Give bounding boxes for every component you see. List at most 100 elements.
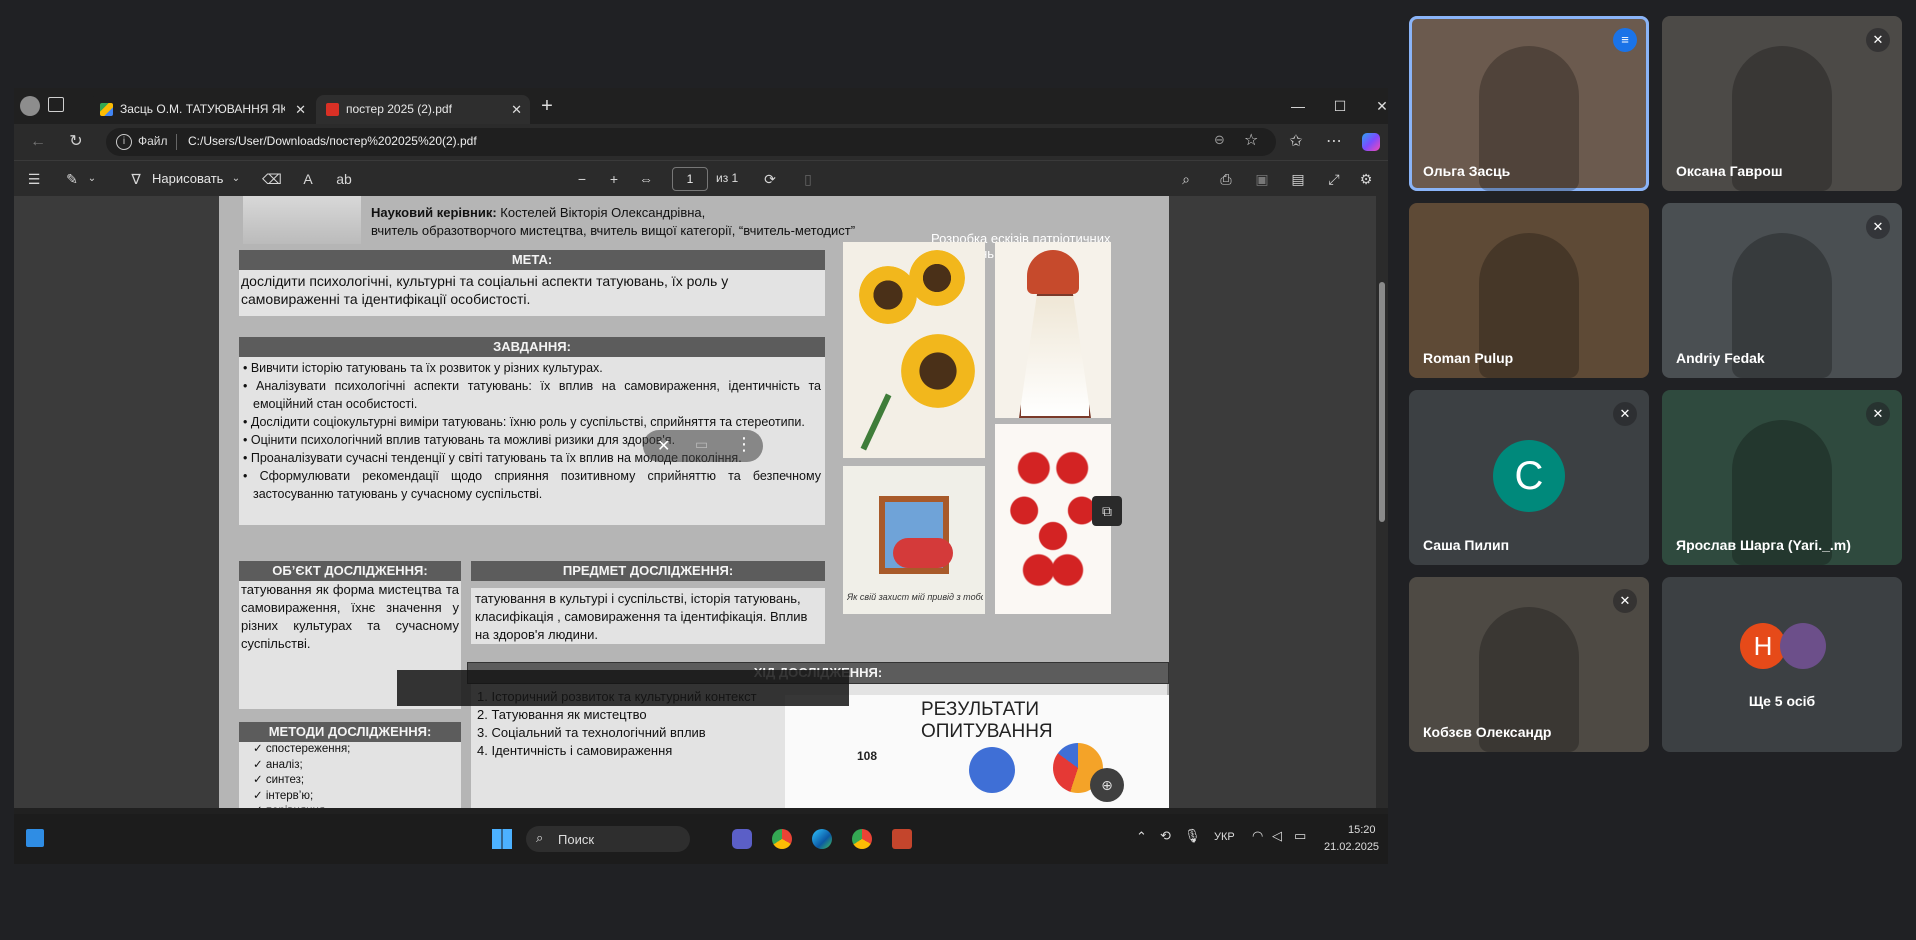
author-photo bbox=[243, 196, 361, 244]
zoom-out-icon[interactable]: − bbox=[572, 169, 592, 189]
participant-name: Оксана Гаврош bbox=[1676, 163, 1783, 179]
teams-icon[interactable] bbox=[732, 829, 752, 849]
tab-actions-icon[interactable] bbox=[48, 97, 64, 112]
info-icon[interactable]: i bbox=[116, 134, 132, 150]
address-bar-row: ← ↻ i Файл C:/Users/User/Downloads/посте… bbox=[14, 124, 1388, 160]
minimize-icon[interactable]: — bbox=[1286, 96, 1310, 116]
more-vert-icon[interactable]: ⋮ bbox=[735, 434, 753, 455]
method-item: ✓ синтез; bbox=[253, 774, 305, 786]
browser-tab-bar: Засць О.М. ТАТУЮВАННЯ ЯК ВИ ✕ постер 202… bbox=[14, 88, 1388, 124]
battery-icon[interactable]: ▭ bbox=[1294, 828, 1306, 844]
copilot-icon[interactable] bbox=[1362, 133, 1380, 151]
volume-icon[interactable]: ◁ bbox=[1272, 828, 1282, 844]
two-page-icon[interactable]: ▯ bbox=[798, 169, 818, 189]
drive-icon bbox=[100, 103, 113, 116]
chrome-icon[interactable] bbox=[772, 829, 792, 849]
sync-icon[interactable]: ⟲ bbox=[1160, 828, 1171, 844]
pdf-toolbar: ☰ ✎ ⌄ ∇ Нарисовать ⌄ ⌫ A ab − + ⇔ 1 из 1… bbox=[14, 160, 1388, 197]
camera-off-icon[interactable]: ▭ bbox=[695, 436, 708, 453]
mic-off-icon: ✕ bbox=[1613, 589, 1637, 613]
present-to-all-icon[interactable]: ⧉ bbox=[1092, 496, 1122, 526]
floating-media-controls: ✕ ▭ ⋮ bbox=[643, 430, 763, 462]
participant-name: Ольга Засць bbox=[1423, 163, 1511, 179]
zoom-out-icon[interactable]: ⊖ bbox=[1214, 132, 1225, 148]
participant-tile[interactable]: ✕ Ярослав Шарга (Yari._.m) bbox=[1662, 390, 1902, 565]
address-bar[interactable]: i Файл C:/Users/User/Downloads/постер%20… bbox=[106, 128, 1276, 156]
participant-tile[interactable]: ✕ Кобзєв Олександр bbox=[1409, 577, 1649, 752]
supervisor-name: Костелей Вікторія Олександрівна, bbox=[500, 205, 706, 220]
more-participants-label: Ще 5 осіб bbox=[1748, 693, 1816, 709]
mic-off-icon[interactable]: ✕ bbox=[657, 436, 670, 456]
more-options-icon[interactable]: ⋯ bbox=[1324, 132, 1344, 152]
refresh-icon[interactable]: ↻ bbox=[66, 132, 86, 152]
clock-date[interactable]: 21.02.2025 bbox=[1324, 841, 1379, 853]
mic-icon[interactable]: 🎙 bbox=[1184, 828, 1201, 844]
rotate-icon[interactable]: ⟳ bbox=[760, 169, 780, 189]
supervisor-label: Науковий керівник: bbox=[371, 205, 497, 220]
translate-icon[interactable]: ab bbox=[334, 169, 354, 189]
powerpoint-icon[interactable] bbox=[892, 829, 912, 849]
pdf-viewer: Науковий керівник: Костелей Вікторія Оле… bbox=[14, 196, 1388, 808]
close-window-icon[interactable]: ✕ bbox=[1370, 96, 1388, 116]
pdf-page: Науковий керівник: Костелей Вікторія Оле… bbox=[219, 196, 1169, 808]
participant-tile[interactable]: ✕ Andriy Fedak bbox=[1662, 203, 1902, 378]
save-as-icon[interactable]: ▤ bbox=[1288, 169, 1308, 189]
back-icon[interactable]: ← bbox=[28, 132, 48, 152]
contents-icon[interactable]: ☰ bbox=[24, 169, 44, 189]
widgets-icon[interactable] bbox=[26, 829, 44, 847]
avatar bbox=[1780, 623, 1826, 669]
scrollbar[interactable] bbox=[1376, 196, 1388, 808]
participant-tile[interactable]: С ✕ Саша Пилип bbox=[1409, 390, 1649, 565]
close-tab-icon[interactable]: ✕ bbox=[511, 95, 522, 124]
clock-time[interactable]: 15:20 bbox=[1348, 824, 1376, 836]
tab-drive-doc[interactable]: Засць О.М. ТАТУЮВАННЯ ЯК ВИ ✕ bbox=[90, 95, 314, 124]
tab-label: постер 2025 (2).pdf bbox=[346, 102, 452, 116]
highlight-icon[interactable]: ✎ bbox=[62, 169, 82, 189]
language-indicator[interactable]: УКР bbox=[1214, 831, 1235, 843]
tab-pdf[interactable]: постер 2025 (2).pdf ✕ bbox=[316, 95, 530, 124]
participant-tile[interactable]: Roman Pulup bbox=[1409, 203, 1649, 378]
draw-button[interactable]: Нарисовать bbox=[152, 171, 223, 186]
page-number-input[interactable]: 1 bbox=[672, 167, 708, 191]
chevron-down-icon[interactable]: ⌄ bbox=[82, 169, 102, 189]
mic-off-icon: ✕ bbox=[1866, 402, 1890, 426]
maximize-icon[interactable]: ☐ bbox=[1328, 96, 1352, 116]
edge-icon[interactable] bbox=[812, 829, 832, 849]
eraser-icon[interactable]: ⌫ bbox=[262, 169, 282, 189]
participant-tile[interactable]: ✕ Оксана Гаврош bbox=[1662, 16, 1902, 191]
mic-off-icon: ✕ bbox=[1613, 402, 1637, 426]
read-aloud-icon[interactable]: A bbox=[298, 169, 318, 189]
save-icon[interactable]: ▣ bbox=[1252, 169, 1272, 189]
print-icon[interactable]: ⎙ bbox=[1216, 169, 1236, 189]
zoom-in-icon[interactable]: + bbox=[604, 169, 624, 189]
taskbar-search[interactable]: ⌕ Поиск bbox=[526, 826, 690, 852]
participant-tile[interactable]: ≡ Ольга Засць bbox=[1409, 16, 1649, 191]
task-item: • Дослідити соціокультурні виміри татуюв… bbox=[243, 415, 805, 429]
url-text[interactable]: C:/Users/User/Downloads/постер%202025%20… bbox=[188, 134, 477, 148]
avatar: С bbox=[1493, 440, 1565, 512]
scrollbar-thumb[interactable] bbox=[1379, 282, 1385, 522]
tab-label: Засць О.М. ТАТУЮВАННЯ ЯК ВИ bbox=[120, 102, 285, 116]
close-tab-icon[interactable]: ✕ bbox=[295, 95, 306, 124]
profile-avatar[interactable] bbox=[20, 96, 40, 116]
favorite-star-icon[interactable]: ☆ bbox=[1244, 130, 1258, 150]
settings-icon[interactable]: ⚙ bbox=[1356, 169, 1376, 189]
methods-title: МЕТОДИ ДОСЛІДЖЕННЯ: bbox=[239, 722, 461, 742]
chevron-up-icon[interactable]: ⌃ bbox=[1136, 829, 1147, 845]
zoom-icon[interactable]: ⊕ bbox=[1090, 768, 1124, 802]
survey-title: РЕЗУЛЬТАТИ ОПИТУВАННЯ bbox=[921, 699, 1053, 742]
fit-page-icon[interactable]: ⇔ bbox=[636, 169, 656, 189]
method-item: ✓ інтерв’ю; bbox=[253, 789, 314, 802]
favorites-icon[interactable]: ✩ bbox=[1286, 132, 1306, 152]
more-participants-tile[interactable]: Н Ще 5 осіб bbox=[1662, 577, 1902, 752]
fullscreen-icon[interactable]: ⤢ bbox=[1324, 169, 1344, 189]
draw-icon[interactable]: ∇ bbox=[126, 169, 146, 189]
search-icon[interactable]: ⌕ bbox=[1176, 169, 1196, 189]
wifi-icon[interactable]: ◠ bbox=[1252, 828, 1263, 844]
new-tab-button[interactable]: + bbox=[536, 96, 558, 118]
divider bbox=[176, 134, 177, 150]
start-button[interactable] bbox=[492, 829, 512, 849]
chrome-profile-icon[interactable] bbox=[852, 829, 872, 849]
chevron-down-icon[interactable]: ⌄ bbox=[226, 169, 246, 189]
participant-name: Ярослав Шарга (Yari._.m) bbox=[1676, 537, 1851, 553]
